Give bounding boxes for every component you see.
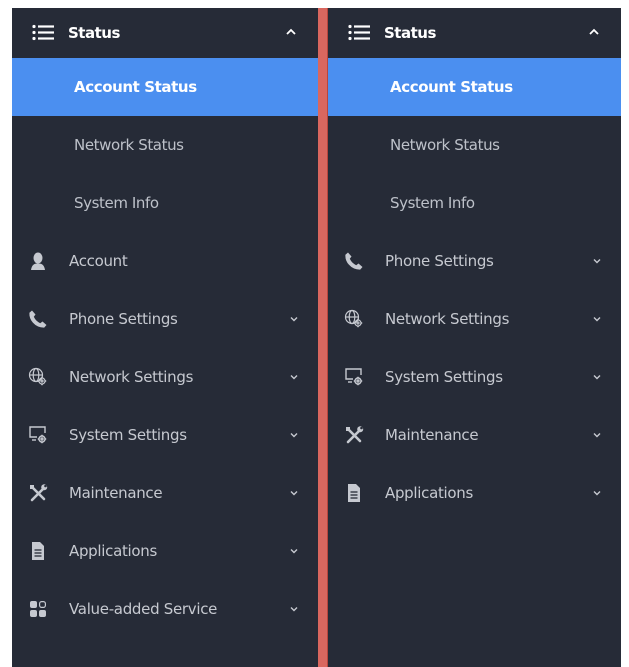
- phone-icon: [344, 251, 364, 271]
- menu-item-account-status[interactable]: Account Status: [328, 58, 621, 116]
- user-icon: [28, 251, 48, 271]
- menu-item-label: Applications: [385, 484, 474, 502]
- chevron-up-icon[interactable]: [286, 28, 296, 36]
- sidebar-menu-left: Status Account Status Network Status Sys…: [12, 8, 318, 667]
- hamburger-icon: [32, 24, 54, 41]
- menu-item-network-status[interactable]: Network Status: [328, 116, 621, 174]
- menu-item-phone-settings[interactable]: Phone Settings: [12, 290, 318, 348]
- chevron-down-icon[interactable]: [290, 316, 298, 322]
- chevron-down-icon[interactable]: [593, 258, 601, 264]
- menu-item-label: Network Settings: [385, 310, 510, 328]
- monitor-gear-icon: [28, 425, 48, 445]
- menu-item-maintenance[interactable]: Maintenance: [328, 406, 621, 464]
- sidebar-menu-right: Status Account Status Network Status Sys…: [328, 8, 621, 667]
- menu-item-label: Account Status: [390, 78, 513, 96]
- menu-item-label: Network Status: [390, 136, 500, 154]
- menu-item-system-settings[interactable]: System Settings: [328, 348, 621, 406]
- status-menu-header[interactable]: Status: [328, 8, 621, 58]
- chevron-down-icon[interactable]: [593, 490, 601, 496]
- menu-item-network-status[interactable]: Network Status: [12, 116, 318, 174]
- menu-item-label: Network Status: [74, 136, 184, 154]
- menu-item-label: System Settings: [69, 426, 187, 444]
- network-gear-icon: [28, 367, 48, 387]
- menu-item-value-added-service[interactable]: Value-added Service: [12, 580, 318, 638]
- menu-item-label: Phone Settings: [69, 310, 178, 328]
- menu-item-account[interactable]: Account: [12, 232, 318, 290]
- phone-icon: [28, 309, 48, 329]
- menu-item-label: Network Settings: [69, 368, 194, 386]
- tools-icon: [344, 425, 364, 445]
- chevron-down-icon[interactable]: [593, 432, 601, 438]
- panel-divider: [318, 8, 328, 667]
- grid-icon: [28, 599, 48, 619]
- menu-item-label: Value-added Service: [69, 600, 218, 618]
- chevron-down-icon[interactable]: [593, 316, 601, 322]
- menu-item-network-settings[interactable]: Network Settings: [12, 348, 318, 406]
- chevron-down-icon[interactable]: [593, 374, 601, 380]
- status-menu-header[interactable]: Status: [12, 8, 318, 58]
- menu-item-label: Applications: [69, 542, 158, 560]
- menu-item-maintenance[interactable]: Maintenance: [12, 464, 318, 522]
- status-menu-title: Status: [384, 24, 436, 42]
- hamburger-icon: [348, 24, 370, 41]
- monitor-gear-icon: [344, 367, 364, 387]
- document-icon: [28, 541, 48, 561]
- network-gear-icon: [344, 309, 364, 329]
- menu-item-applications[interactable]: Applications: [12, 522, 318, 580]
- menu-item-label: Phone Settings: [385, 252, 494, 270]
- document-icon: [344, 483, 364, 503]
- chevron-down-icon[interactable]: [290, 432, 298, 438]
- menu-item-label: System Settings: [385, 368, 503, 386]
- menu-item-system-settings[interactable]: System Settings: [12, 406, 318, 464]
- chevron-down-icon[interactable]: [290, 548, 298, 554]
- status-menu-title: Status: [68, 24, 120, 42]
- menu-item-label: Maintenance: [69, 484, 163, 502]
- chevron-down-icon[interactable]: [290, 374, 298, 380]
- menu-item-network-settings[interactable]: Network Settings: [328, 290, 621, 348]
- chevron-down-icon[interactable]: [290, 606, 298, 612]
- menu-item-account-status[interactable]: Account Status: [12, 58, 318, 116]
- menu-item-label: System Info: [74, 194, 159, 212]
- menu-item-phone-settings[interactable]: Phone Settings: [328, 232, 621, 290]
- menu-item-applications[interactable]: Applications: [328, 464, 621, 522]
- menu-item-system-info[interactable]: System Info: [12, 174, 318, 232]
- menu-item-label: Account Status: [74, 78, 197, 96]
- menu-item-label: System Info: [390, 194, 475, 212]
- chevron-up-icon[interactable]: [589, 28, 599, 36]
- chevron-down-icon[interactable]: [290, 490, 298, 496]
- tools-icon: [28, 483, 48, 503]
- menu-item-label: Maintenance: [385, 426, 479, 444]
- menu-item-label: Account: [69, 252, 128, 270]
- menu-item-system-info[interactable]: System Info: [328, 174, 621, 232]
